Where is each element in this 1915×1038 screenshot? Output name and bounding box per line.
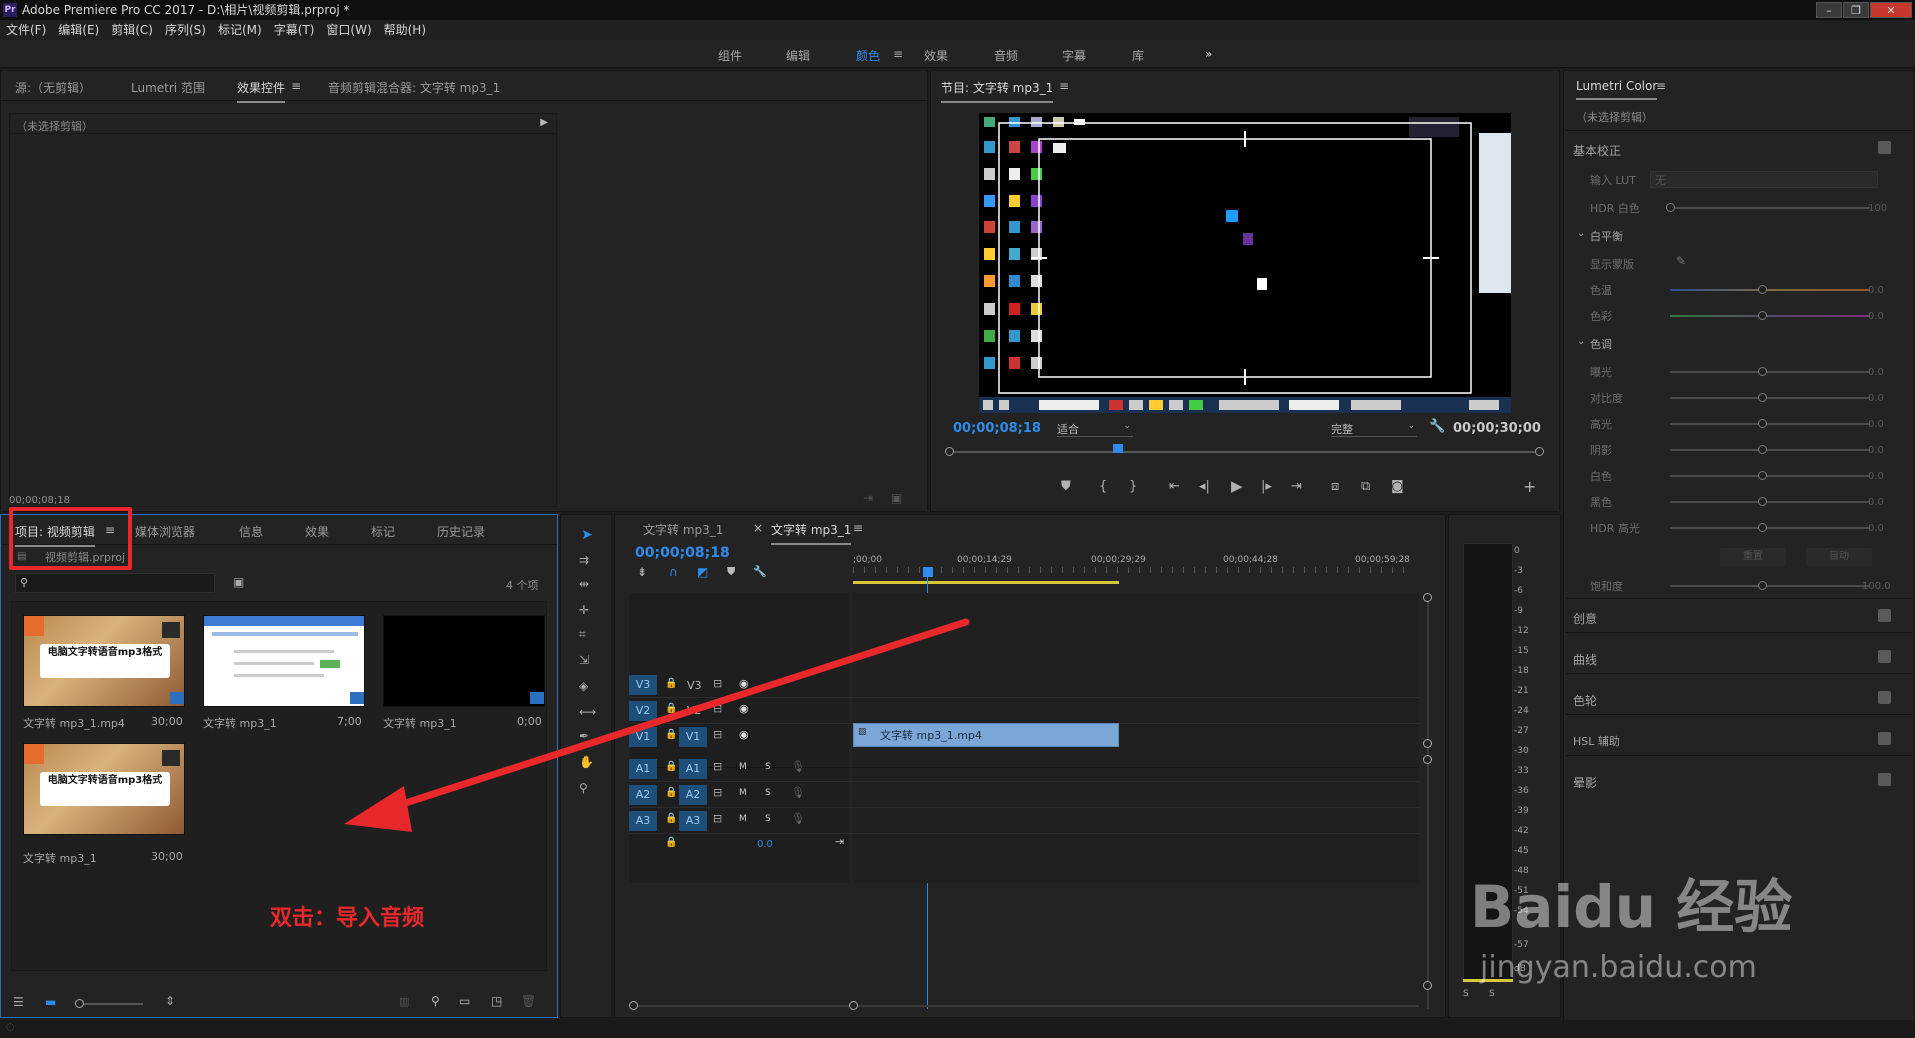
- watermark-url: jingyan.baidu.com: [1480, 950, 1757, 985]
- status-bar: ◌: [0, 1020, 1915, 1038]
- baidu-watermark: Baidu 经验 jingyan.baidu.com: [1470, 840, 1890, 1000]
- status-icon: ◌: [6, 1022, 15, 1033]
- annotation-text: 双击：导入音频: [270, 906, 425, 931]
- watermark-text: Baidu 经验: [1470, 873, 1793, 941]
